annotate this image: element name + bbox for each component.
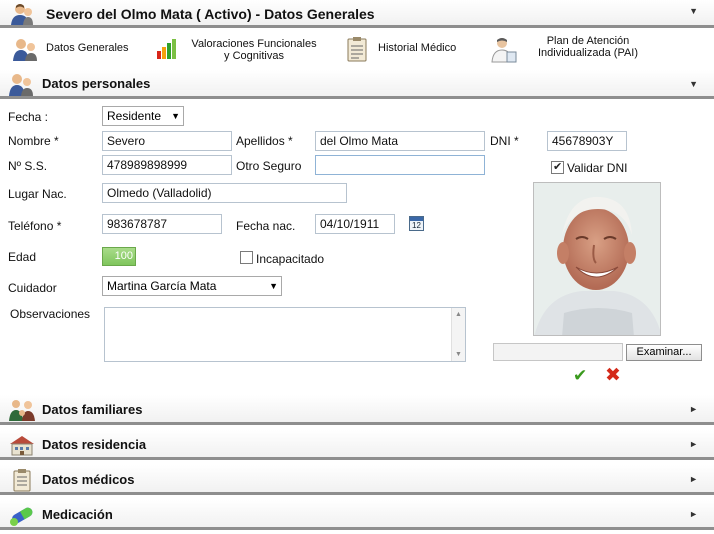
accept-check-icon[interactable]: ✔ <box>573 366 587 386</box>
expand-arrow-icon[interactable]: ► <box>689 404 698 414</box>
section-title: Datos familiares <box>42 402 143 417</box>
dropdown-arrow-icon: ▼ <box>269 281 278 291</box>
expand-arrow-icon[interactable]: ► <box>689 439 698 449</box>
doctor-icon <box>491 38 517 63</box>
section-title: Datos médicos <box>42 472 135 487</box>
observaciones-label: Observaciones <box>10 307 91 321</box>
expand-arrow-icon[interactable]: ► <box>689 509 698 519</box>
observaciones-textarea[interactable]: ▲ ▼ <box>104 307 466 362</box>
otro-seguro-label: Otro Seguro <box>236 159 302 173</box>
incapacitado-checkbox[interactable] <box>240 251 253 264</box>
lugar-nac-label: Lugar Nac. <box>8 187 67 201</box>
lugar-nac-input[interactable]: Olmedo (Valladolid) <box>102 183 347 203</box>
calendar-icon-day: 12 <box>412 221 421 230</box>
users-icon <box>9 74 33 96</box>
fecha-select[interactable]: Residente ▼ <box>102 106 184 126</box>
incapacitado-label: Incapacitado <box>256 252 325 266</box>
otro-seguro-input[interactable] <box>315 155 485 175</box>
section-title: Datos residencia <box>42 437 147 452</box>
datos-generales-button[interactable]: Datos Generales <box>12 34 142 64</box>
scroll-down-icon[interactable]: ▼ <box>455 351 462 358</box>
historial-medico-label: Historial Médico <box>378 42 457 54</box>
patient-photo <box>533 182 661 336</box>
section-header-datos-residencia[interactable]: Datos residencia ► <box>0 430 714 460</box>
telefono-input[interactable]: 983678787 <box>102 214 222 234</box>
plan-label-line1: Plan de Atención <box>546 35 630 47</box>
validar-dni-label: Validar DNI <box>567 161 628 175</box>
window-title: Severo del Olmo Mata ( Activo) - Datos G… <box>46 6 375 22</box>
edad-field: 100 <box>102 247 136 266</box>
file-path-input[interactable] <box>493 343 623 361</box>
section-header-datos-medicos[interactable]: Datos médicos ► <box>0 465 714 495</box>
dropdown-arrow-icon: ▼ <box>171 111 180 121</box>
pills-icon <box>10 507 33 526</box>
building-icon <box>10 436 34 456</box>
calendar-icon[interactable]: 12 <box>409 216 424 231</box>
fecha-label: Fecha : <box>8 110 49 124</box>
validar-dni-checkbox[interactable] <box>551 160 564 174</box>
historial-medico-button[interactable]: Historial Médico <box>346 34 471 64</box>
plan-label-line2: Individualizada (PAI) <box>537 47 639 59</box>
family-icon <box>9 400 35 421</box>
user-icon <box>11 4 33 25</box>
edad-label: Edad <box>8 250 37 264</box>
clipboard-icon <box>347 37 367 62</box>
collapse-arrow-icon[interactable]: ▼ <box>689 79 698 89</box>
examinar-button[interactable]: Examinar... <box>626 344 702 361</box>
cuidador-label: Cuidador <box>8 281 57 295</box>
nss-label: Nº S.S. <box>8 159 48 173</box>
apellidos-label: Apellidos * <box>236 134 293 148</box>
valoraciones-label-line1: Valoraciones Funcionales <box>191 38 317 50</box>
telefono-label: Teléfono * <box>8 219 62 233</box>
apellidos-input[interactable]: del Olmo Mata <box>315 131 485 151</box>
collapse-arrow-icon[interactable]: ▼ <box>689 6 698 16</box>
fecha-nac-input[interactable]: 04/10/1911 <box>315 214 395 234</box>
nombre-label: Nombre * <box>8 134 59 148</box>
cuidador-select-value: Martina García Mata <box>107 279 217 293</box>
fecha-nac-label: Fecha nac. <box>236 219 296 233</box>
users-icon <box>13 39 37 61</box>
plan-atencion-button[interactable]: Plan de Atención Individualizada (PAI) <box>490 34 650 64</box>
scroll-up-icon[interactable]: ▲ <box>455 311 462 318</box>
fecha-select-value: Residente <box>107 109 162 123</box>
edad-value: 100 <box>114 250 133 262</box>
cuidador-select[interactable]: Martina García Mata ▼ <box>102 276 282 296</box>
section-title: Medicación <box>42 507 113 522</box>
valoraciones-button[interactable]: Valoraciones Funcionales y Cognitivas <box>156 34 326 64</box>
section-header-datos-personales[interactable]: Datos personales ▼ <box>0 70 714 99</box>
section-header-medicacion[interactable]: Medicación ► <box>0 500 714 530</box>
datos-generales-label: Datos Generales <box>46 42 129 54</box>
section-header-datos-familiares[interactable]: Datos familiares ► <box>0 395 714 425</box>
window-header: Severo del Olmo Mata ( Activo) - Datos G… <box>0 0 714 28</box>
elderly-man-photo <box>534 183 660 335</box>
dni-input[interactable]: 45678903Y <box>547 131 627 151</box>
cancel-x-icon[interactable]: ✖ <box>605 364 621 387</box>
dni-label: DNI * <box>490 134 519 148</box>
textarea-scrollbar[interactable]: ▲ ▼ <box>451 308 465 361</box>
nss-input[interactable]: 478989898999 <box>102 155 232 175</box>
valoraciones-label-line2: y Cognitivas <box>224 50 284 62</box>
nombre-input[interactable]: Severo <box>102 131 232 151</box>
clipboard-icon <box>13 469 31 492</box>
expand-arrow-icon[interactable]: ► <box>689 474 698 484</box>
section-title: Datos personales <box>42 76 151 91</box>
bar-chart-icon <box>157 39 176 59</box>
